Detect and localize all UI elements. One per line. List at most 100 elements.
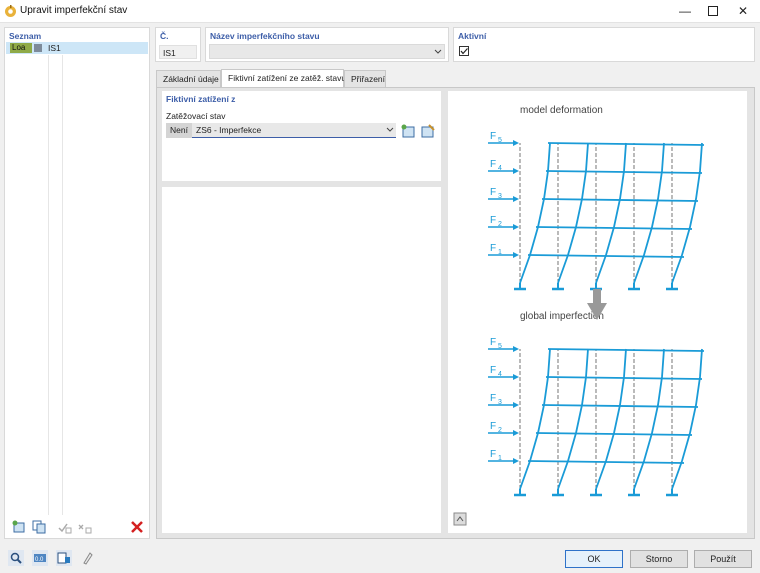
list-item[interactable]: Loa IS1 — [6, 42, 148, 54]
units-icon[interactable]: 0.0 — [32, 550, 48, 566]
imperfection-beam — [547, 348, 705, 352]
column-divider — [48, 55, 49, 515]
deformation-force-subscript: 2 — [498, 221, 502, 228]
active-label: Aktivní — [458, 31, 487, 41]
imperfection-column — [519, 348, 551, 490]
close-button[interactable]: ✕ — [728, 0, 758, 22]
deformation-beam — [527, 254, 685, 258]
minimize-button[interactable]: — — [670, 0, 700, 22]
cancel-button[interactable]: Storno — [630, 550, 688, 568]
deformation-force-label: F — [490, 243, 496, 254]
apply-button[interactable]: Použít — [694, 550, 752, 568]
deformation-force-subscript: 3 — [498, 193, 502, 200]
load-case-combobox[interactable]: Není ZS6 - Imperfekce — [166, 123, 396, 138]
imperfection-beam — [541, 404, 699, 408]
list-item-tag: Loa — [10, 43, 32, 53]
deformation-label: model deformation — [520, 105, 603, 116]
active-checkbox[interactable] — [459, 46, 469, 56]
chevron-down-icon — [434, 49, 442, 54]
load-case-label: Zatěžovací stav — [166, 111, 226, 121]
deformation-column — [633, 142, 665, 284]
fictitious-section-title: Fiktivní zatížení z — [166, 94, 236, 104]
imperfection-label: global imperfection — [520, 311, 604, 322]
color-swatch — [34, 44, 42, 52]
chevron-down-icon — [386, 127, 394, 132]
name-panel: Název imperfekčního stavu — [205, 27, 449, 62]
number-field[interactable]: IS1 — [159, 45, 197, 59]
delete-icon[interactable] — [129, 519, 145, 535]
imperfection-force-label: F — [490, 337, 496, 348]
load-case-tag: Není — [166, 123, 192, 138]
deformation-arrowhead — [513, 252, 519, 258]
deformation-column — [557, 142, 589, 284]
search-icon[interactable] — [8, 550, 24, 566]
imperfection-force-label: F — [490, 365, 496, 376]
transition-arrow-shaft — [593, 289, 601, 305]
list-item-name: IS1 — [48, 43, 61, 53]
deformation-column — [671, 142, 703, 284]
ok-button[interactable]: OK — [565, 550, 623, 568]
imperfection-force-subscript: 4 — [498, 371, 502, 378]
imperfection-arrowhead — [513, 430, 519, 436]
deformation-force-label: F — [490, 215, 496, 226]
new-load-case-icon[interactable] — [400, 123, 416, 139]
maximize-button[interactable] — [698, 0, 728, 22]
deformation-force-label: F — [490, 159, 496, 170]
diagram-panel: model deformation F 5 F 4 F 3 F 2 F 1 global imperf… — [448, 91, 747, 533]
empty-panel — [162, 187, 441, 533]
column-divider — [62, 55, 63, 515]
check-all-icon[interactable] — [57, 519, 73, 535]
deformation-beam — [547, 142, 705, 146]
active-panel: Aktivní — [453, 27, 755, 62]
deformation-arrowhead — [513, 224, 519, 230]
table-icon[interactable] — [56, 550, 72, 566]
deformation-force-subscript: 5 — [498, 137, 502, 144]
imperfection-beam — [535, 432, 693, 436]
imperfection-force-subscript: 2 — [498, 427, 502, 434]
script-icon[interactable] — [80, 550, 96, 566]
name-combobox[interactable] — [209, 44, 445, 59]
imperfection-arrowhead — [513, 374, 519, 380]
name-label: Název imperfekčního stavu — [210, 31, 320, 41]
deformation-force-label: F — [490, 131, 496, 142]
deformation-force-subscript: 1 — [498, 249, 502, 256]
imperfection-column — [595, 348, 627, 490]
imperfection-arrowhead — [513, 458, 519, 464]
deformation-column — [595, 142, 627, 284]
tab-basic[interactable]: Základní údaje — [156, 70, 221, 87]
imperfection-arrowhead — [513, 402, 519, 408]
tab-fictitious-loads[interactable]: Fiktivní zatížení ze zatěž. stavu — [221, 69, 346, 88]
new-item-icon[interactable] — [11, 519, 27, 535]
deformation-beam — [541, 198, 699, 202]
edit-load-case-icon[interactable] — [420, 123, 436, 139]
tab-assignment[interactable]: Přiřazení — [344, 70, 386, 87]
uncheck-all-icon[interactable] — [77, 519, 93, 535]
imperfection-arrowhead — [513, 346, 519, 352]
imperfection-force-label: F — [490, 449, 496, 460]
deformation-beam — [545, 170, 703, 174]
imperfection-force-subscript: 1 — [498, 455, 502, 462]
deformation-force-subscript: 4 — [498, 165, 502, 172]
deformation-arrowhead — [513, 140, 519, 146]
imperfection-column — [671, 348, 703, 490]
imperfection-column — [633, 348, 665, 490]
number-label: Č. — [160, 31, 169, 41]
deformation-beam — [535, 226, 693, 230]
diagram-options-icon[interactable] — [452, 511, 468, 527]
imperfection-beam — [545, 376, 703, 380]
app-icon — [5, 5, 16, 17]
deformation-arrowhead — [513, 168, 519, 174]
imperfection-force-subscript: 5 — [498, 343, 502, 350]
list-header: Seznam — [9, 31, 42, 41]
svg-text:0.0: 0.0 — [35, 557, 44, 563]
fictitious-section: Fiktivní zatížení z Zatěžovací stav Není… — [162, 91, 441, 181]
imperfection-diagram: model deformationF 5F 4F 3F 2F 1global imperf… — [488, 105, 705, 497]
copy-item-icon[interactable] — [31, 519, 47, 535]
imperfection-force-label: F — [490, 421, 496, 432]
imperfection-force-label: F — [490, 393, 496, 404]
deformation-force-label: F — [490, 187, 496, 198]
list-panel: Seznam Loa IS1 — [4, 27, 150, 539]
window-title: Upravit imperfekční stav — [20, 5, 128, 16]
load-case-value: ZS6 - Imperfekce — [196, 125, 262, 135]
checkmark-icon — [460, 48, 468, 55]
